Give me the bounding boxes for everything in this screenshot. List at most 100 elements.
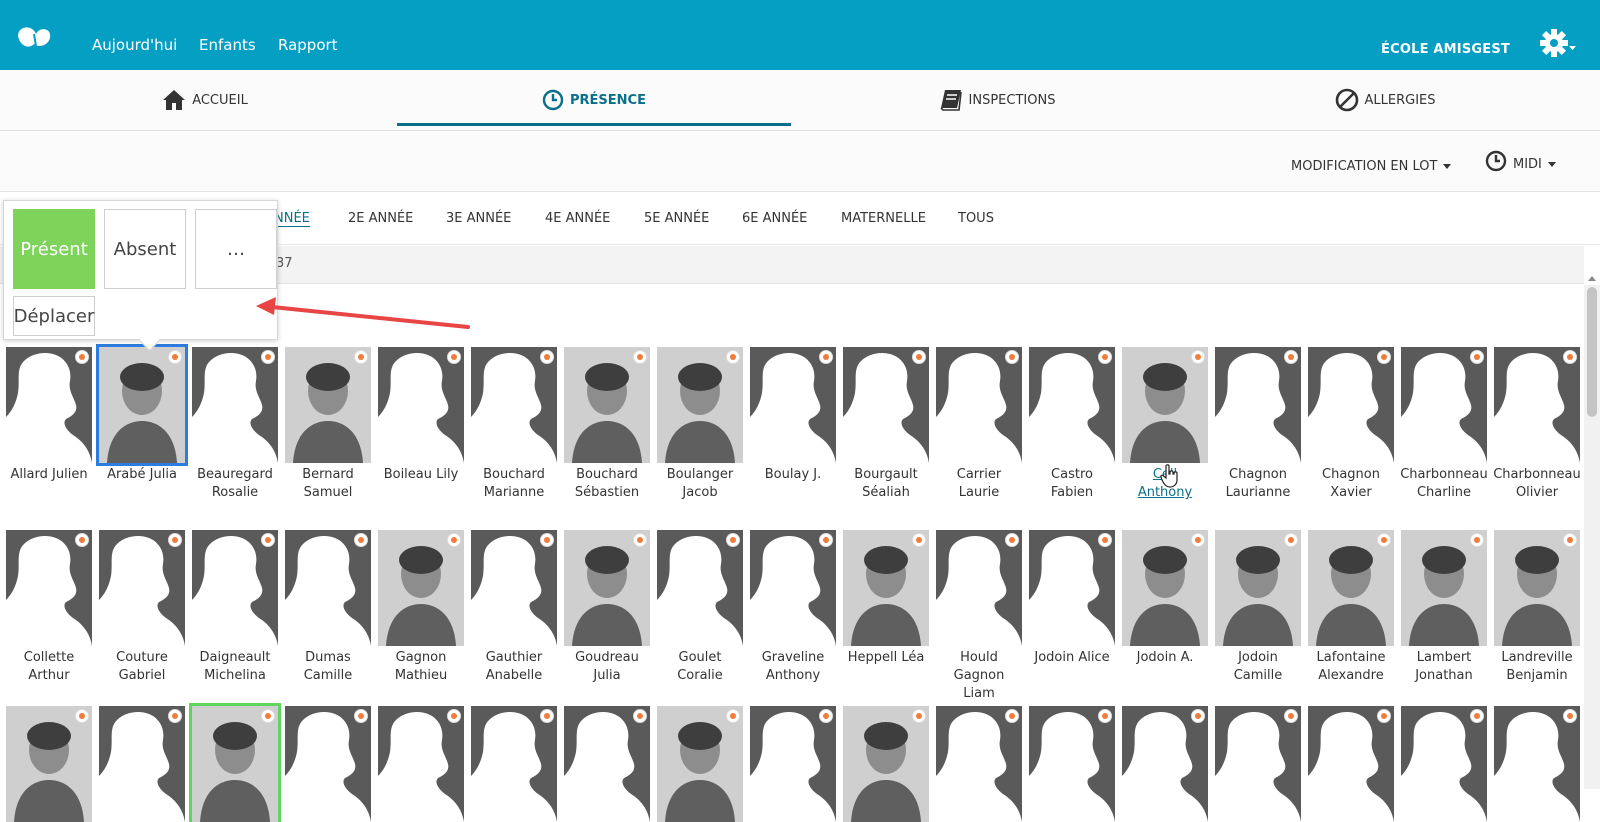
child-photo[interactable] — [1308, 530, 1394, 646]
child-card[interactable]: Jodoin A. — [1122, 530, 1208, 667]
child-card[interactable]: Jodoin Camille — [1215, 530, 1301, 685]
child-card[interactable] — [285, 706, 371, 822]
move-button[interactable]: Déplacer — [13, 296, 95, 336]
child-card[interactable]: Gauthier Anabelle — [471, 530, 557, 685]
placeholder-silhouette[interactable] — [285, 530, 371, 646]
child-photo[interactable] — [6, 706, 92, 822]
placeholder-silhouette[interactable] — [1215, 347, 1301, 463]
placeholder-silhouette[interactable] — [285, 706, 371, 822]
placeholder-silhouette[interactable] — [6, 530, 92, 646]
placeholder-silhouette[interactable] — [750, 347, 836, 463]
placeholder-silhouette[interactable] — [471, 530, 557, 646]
butterfly-logo-icon[interactable] — [14, 22, 54, 52]
child-card[interactable]: Hould Gagnon Liam — [936, 530, 1022, 703]
child-card[interactable] — [1029, 706, 1115, 822]
school-name[interactable]: ÉCOLE AMISGEST — [1381, 42, 1510, 57]
nav-report[interactable]: Rapport — [278, 36, 338, 54]
placeholder-silhouette[interactable] — [1401, 347, 1487, 463]
child-photo[interactable] — [564, 347, 650, 463]
scroll-up-icon[interactable] — [1588, 276, 1596, 281]
placeholder-silhouette[interactable] — [1308, 706, 1394, 822]
placeholder-silhouette[interactable] — [6, 347, 92, 463]
child-card[interactable]: Landreville Benjamin — [1494, 530, 1580, 685]
child-photo[interactable] — [657, 347, 743, 463]
child-card[interactable]: Beauregard Rosalie — [192, 347, 278, 502]
placeholder-silhouette[interactable] — [750, 706, 836, 822]
child-card[interactable]: Boileau Lily — [378, 347, 464, 484]
placeholder-silhouette[interactable] — [1029, 530, 1115, 646]
child-card[interactable]: Bernard Samuel — [285, 347, 371, 502]
more-options-button[interactable]: … — [195, 209, 277, 289]
child-photo[interactable] — [657, 706, 743, 822]
child-card[interactable] — [1122, 706, 1208, 822]
child-card[interactable] — [1401, 706, 1487, 822]
placeholder-silhouette[interactable] — [750, 530, 836, 646]
child-photo[interactable] — [843, 530, 929, 646]
child-photo[interactable] — [843, 706, 929, 822]
child-photo[interactable] — [1215, 530, 1301, 646]
child-photo[interactable] — [285, 347, 371, 463]
tab-allergies[interactable]: ALLERGIES — [1188, 70, 1582, 130]
placeholder-silhouette[interactable] — [936, 706, 1022, 822]
scrollbar-thumb[interactable] — [1587, 287, 1597, 417]
child-card[interactable]: Bouchard Marianne — [471, 347, 557, 502]
placeholder-silhouette[interactable] — [378, 347, 464, 463]
child-card[interactable]: Gagnon Mathieu — [378, 530, 464, 685]
child-photo[interactable] — [1401, 530, 1487, 646]
placeholder-silhouette[interactable] — [471, 706, 557, 822]
child-card[interactable]: Chagnon Laurianne — [1215, 347, 1301, 502]
period-dropdown[interactable]: MIDI — [1485, 150, 1556, 172]
child-card[interactable]: Charbonneau Charline — [1400, 347, 1488, 502]
child-card[interactable]: Boulanger Jacob — [657, 347, 743, 502]
child-card[interactable]: Heppell Léa — [843, 530, 929, 667]
child-card[interactable] — [189, 703, 281, 822]
placeholder-silhouette[interactable] — [192, 347, 278, 463]
placeholder-silhouette[interactable] — [99, 706, 185, 822]
placeholder-silhouette[interactable] — [471, 347, 557, 463]
child-card[interactable]: Daigneault Michelina — [192, 530, 278, 685]
placeholder-silhouette[interactable] — [192, 530, 278, 646]
child-card[interactable]: Bouchard Sébastien — [564, 347, 650, 502]
placeholder-silhouette[interactable] — [564, 706, 650, 822]
tab-accueil[interactable]: ACCUEIL — [8, 70, 402, 130]
tab-inspections[interactable]: INSPECTIONS — [800, 70, 1194, 130]
placeholder-silhouette[interactable] — [936, 347, 1022, 463]
child-card[interactable]: Dumas Camille — [285, 530, 371, 685]
child-photo[interactable] — [378, 530, 464, 646]
grade-tab-all[interactable]: TOUS — [958, 211, 994, 226]
gear-icon[interactable] — [1538, 26, 1578, 60]
child-card[interactable]: Goulet Coralie — [657, 530, 743, 685]
child-card[interactable] — [1308, 706, 1394, 822]
child-card[interactable]: Carrier Laurie — [936, 347, 1022, 502]
placeholder-silhouette[interactable] — [936, 530, 1022, 646]
child-card[interactable] — [843, 706, 929, 822]
child-card[interactable]: Graveline Anthony — [750, 530, 836, 685]
child-card[interactable]: Castro Fabien — [1029, 347, 1115, 502]
child-card[interactable] — [6, 706, 92, 822]
placeholder-silhouette[interactable] — [1494, 347, 1580, 463]
child-card[interactable]: Lambert Jonathan — [1401, 530, 1487, 685]
child-card[interactable] — [936, 706, 1022, 822]
placeholder-silhouette[interactable] — [99, 530, 185, 646]
child-card[interactable]: Allard Julien — [6, 347, 92, 484]
grade-tab-1[interactable]: NNÉE — [274, 211, 310, 227]
child-card[interactable] — [657, 706, 743, 822]
grade-tab-4[interactable]: 4E ANNÉE — [545, 211, 610, 226]
placeholder-silhouette[interactable] — [1215, 706, 1301, 822]
child-card[interactable]: Bourgault Séaliah — [843, 347, 929, 502]
child-card[interactable]: Arabé Julia — [96, 344, 188, 484]
child-card[interactable] — [99, 706, 185, 822]
placeholder-silhouette[interactable] — [1029, 706, 1115, 822]
child-photo[interactable] — [1122, 530, 1208, 646]
child-photo[interactable] — [564, 530, 650, 646]
child-card[interactable]: Goudreau Julia — [564, 530, 650, 685]
child-card[interactable]: Jodoin Alice — [1029, 530, 1115, 667]
child-card[interactable] — [564, 706, 650, 822]
placeholder-silhouette[interactable] — [1122, 706, 1208, 822]
grade-tab-5[interactable]: 5E ANNÉE — [644, 211, 709, 226]
child-card[interactable]: Couture Gabriel — [99, 530, 185, 685]
batch-edit-dropdown[interactable]: MODIFICATION EN LOT — [1291, 159, 1452, 174]
grade-tab-6[interactable]: 6E ANNÉE — [742, 211, 807, 226]
child-card[interactable]: Boulay J. — [750, 347, 836, 484]
child-photo[interactable] — [96, 344, 188, 466]
